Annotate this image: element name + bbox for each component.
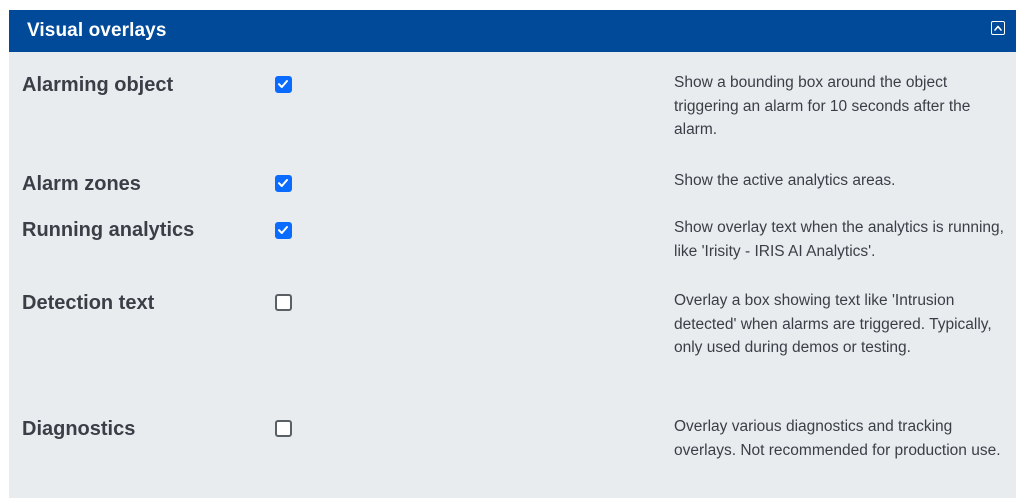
option-row-running-analytics: Running analytics Show overlay text when… xyxy=(9,207,1016,277)
panel-title: Visual overlays xyxy=(27,20,167,41)
chevron-up-square-icon xyxy=(994,25,1002,31)
option-label: Detection text xyxy=(22,292,155,314)
alarm-zones-checkbox[interactable] xyxy=(275,175,292,192)
option-row-alarm-zones: Alarm zones Show the active analytics ar… xyxy=(9,167,1016,207)
option-description: Overlay a box showing text like 'Intrusi… xyxy=(674,292,992,356)
option-row-detection-text: Detection text Overlay a box showing tex… xyxy=(9,277,1016,407)
option-row-alarming-object: Alarming object Show a bounding box arou… xyxy=(9,67,1016,167)
detection-text-checkbox[interactable] xyxy=(275,294,292,311)
option-description: Overlay various diagnostics and tracking… xyxy=(674,418,1001,459)
collapse-button[interactable] xyxy=(991,21,1005,35)
visual-overlays-panel: Visual overlays Alarming object Show a b… xyxy=(9,10,1016,498)
option-row-diagnostics: Diagnostics Overlay various diagnostics … xyxy=(9,407,1016,498)
option-description: Show a bounding box around the object tr… xyxy=(674,74,971,138)
option-description: Show overlay text when the analytics is … xyxy=(674,219,1004,260)
option-label: Alarm zones xyxy=(22,173,141,195)
option-label: Alarming object xyxy=(22,74,174,96)
option-description: Show the active analytics areas. xyxy=(674,172,896,189)
diagnostics-checkbox[interactable] xyxy=(275,420,292,437)
alarming-object-checkbox[interactable] xyxy=(275,76,292,93)
checkmark-icon xyxy=(278,226,288,234)
running-analytics-checkbox[interactable] xyxy=(275,222,292,239)
checkmark-icon xyxy=(278,80,288,88)
checkmark-icon xyxy=(278,179,288,187)
option-label: Diagnostics xyxy=(22,418,136,440)
option-label: Running analytics xyxy=(22,219,195,241)
panel-header: Visual overlays xyxy=(9,10,1016,52)
